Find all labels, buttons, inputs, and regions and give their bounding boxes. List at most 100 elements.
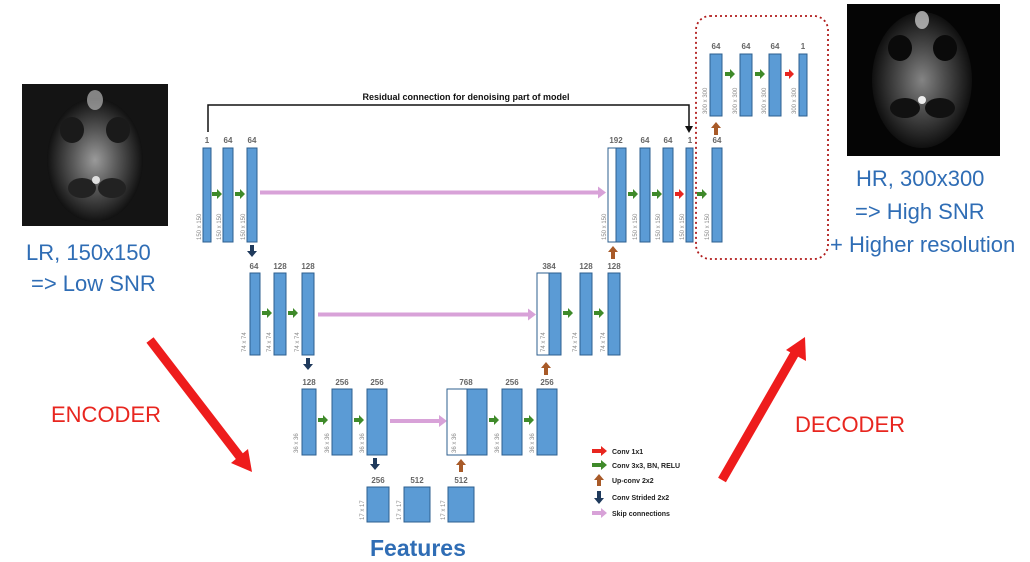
conv3x3-arrow bbox=[524, 415, 534, 425]
hr-label-line3: + Higher resolution bbox=[830, 232, 1016, 257]
channel-label: 256 bbox=[371, 476, 385, 485]
conv1x1-arrow bbox=[785, 69, 794, 79]
channel-label: 384 bbox=[542, 262, 556, 271]
strided-arrow bbox=[303, 358, 313, 370]
upconv-legend-icon bbox=[594, 474, 604, 486]
feature-map bbox=[447, 486, 475, 523]
conv3x3-arrow bbox=[262, 308, 272, 318]
features-label: Features bbox=[370, 535, 466, 561]
encoder-level-3: 128 256 256 36 x 36 36 x 36 36 x 36 bbox=[294, 378, 388, 470]
encoder-level-1: 1 64 64 150 x 150 150 x 150 150 x 150 bbox=[197, 136, 258, 257]
size-label: 74 x 74 bbox=[267, 332, 273, 352]
channel-label: 256 bbox=[540, 378, 554, 387]
size-label: 300 x 300 bbox=[762, 87, 768, 114]
feature-map bbox=[366, 486, 390, 523]
bottleneck: 256 512 512 17 x 17 17 x 17 17 x 17 bbox=[360, 459, 475, 523]
sr-head: 64 64 64 1 300 x 300 300 x 300 300 x 300… bbox=[703, 42, 808, 117]
channel-label: 64 bbox=[713, 136, 722, 145]
channel-label: 128 bbox=[579, 262, 593, 271]
conv3x3-arrow bbox=[354, 415, 364, 425]
feature-map bbox=[202, 147, 212, 243]
feature-map bbox=[607, 147, 617, 243]
channel-label: 64 bbox=[771, 42, 780, 51]
channel-label: 256 bbox=[505, 378, 519, 387]
channel-label: 64 bbox=[250, 262, 259, 271]
feature-map bbox=[579, 272, 593, 356]
feature-map bbox=[798, 53, 808, 117]
decoder-label: DECODER bbox=[795, 412, 906, 437]
feature-map bbox=[249, 272, 261, 356]
size-label: 300 x 300 bbox=[703, 87, 709, 114]
size-label: 150 x 150 bbox=[602, 213, 608, 240]
conv3x3-arrow bbox=[318, 415, 328, 425]
skip-legend-icon bbox=[592, 508, 607, 518]
feature-map bbox=[548, 272, 562, 356]
encoder-level-2: 64 128 128 74 x 74 74 x 74 74 x 74 bbox=[242, 262, 315, 370]
legend-label: Up-conv 2x2 bbox=[612, 478, 654, 485]
size-label: 150 x 150 bbox=[217, 213, 223, 240]
size-label: 36 x 36 bbox=[360, 433, 366, 453]
channel-label: 1 bbox=[688, 136, 693, 145]
size-label: 74 x 74 bbox=[601, 332, 607, 352]
size-label: 36 x 36 bbox=[495, 433, 501, 453]
size-label: 74 x 74 bbox=[295, 332, 301, 352]
feature-map bbox=[501, 388, 523, 456]
feature-map bbox=[662, 147, 674, 243]
legend-label: Conv Strided 2x2 bbox=[612, 495, 669, 502]
feature-map bbox=[768, 53, 782, 117]
upconv-arrow bbox=[711, 122, 721, 135]
skip-arrow bbox=[260, 186, 606, 199]
conv3x3-legend-icon bbox=[592, 460, 607, 470]
lr-mri-image bbox=[22, 84, 168, 226]
decoder-level-1: 192 64 64 1 64 150 x 150 150 x 150 150 x… bbox=[602, 122, 723, 243]
feature-map bbox=[466, 388, 488, 456]
size-label: 36 x 36 bbox=[325, 433, 331, 453]
skip-arrow bbox=[318, 308, 536, 321]
feature-map bbox=[615, 147, 627, 243]
legend-label: Conv 1x1 bbox=[612, 449, 643, 456]
channel-label: 64 bbox=[712, 42, 721, 51]
conv3x3-arrow bbox=[652, 189, 662, 199]
feature-map bbox=[301, 272, 315, 356]
conv3x3-arrow bbox=[755, 69, 765, 79]
channel-label: 64 bbox=[664, 136, 673, 145]
feature-map bbox=[607, 272, 621, 356]
feature-map bbox=[331, 388, 353, 456]
channel-label: 512 bbox=[454, 476, 468, 485]
size-label: 17 x 17 bbox=[441, 500, 447, 520]
feature-map bbox=[246, 147, 258, 243]
strided-arrow bbox=[247, 245, 257, 257]
size-label: 300 x 300 bbox=[733, 87, 739, 114]
feature-map bbox=[403, 486, 431, 523]
feature-map bbox=[711, 147, 723, 243]
conv3x3-arrow bbox=[288, 308, 298, 318]
feature-map bbox=[739, 53, 753, 117]
size-label: 150 x 150 bbox=[633, 213, 639, 240]
feature-map bbox=[709, 53, 723, 117]
feature-map bbox=[222, 147, 234, 243]
conv3x3-arrow bbox=[212, 189, 222, 199]
size-label: 150 x 150 bbox=[705, 213, 711, 240]
channel-label: 64 bbox=[224, 136, 233, 145]
conv1x1-legend-icon bbox=[592, 446, 607, 456]
encoder-arrow bbox=[146, 337, 252, 472]
hr-mri-image bbox=[847, 4, 1000, 156]
size-label: 74 x 74 bbox=[541, 332, 547, 352]
size-label: 17 x 17 bbox=[360, 500, 366, 520]
channel-label: 768 bbox=[459, 378, 473, 387]
upconv-arrow bbox=[541, 362, 551, 375]
channel-label: 192 bbox=[609, 136, 623, 145]
size-label: 17 x 17 bbox=[397, 500, 403, 520]
feature-map bbox=[301, 388, 317, 456]
conv3x3-arrow bbox=[725, 69, 735, 79]
size-label: 150 x 150 bbox=[241, 213, 247, 240]
channel-label: 128 bbox=[273, 262, 287, 271]
upconv-arrow bbox=[456, 459, 466, 472]
feature-map bbox=[536, 388, 558, 456]
legend-label: Skip connections bbox=[612, 511, 670, 518]
hr-label-line2: => High SNR bbox=[855, 199, 985, 224]
size-label: 36 x 36 bbox=[452, 433, 458, 453]
channel-label: 128 bbox=[301, 262, 315, 271]
hr-label-line1: HR, 300x300 bbox=[856, 166, 985, 191]
skip-arrow bbox=[390, 415, 447, 427]
